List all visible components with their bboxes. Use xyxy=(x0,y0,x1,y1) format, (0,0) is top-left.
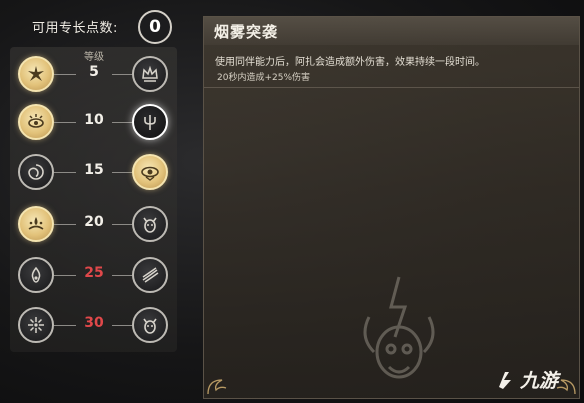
connector-line xyxy=(112,122,132,123)
connector-line xyxy=(112,325,132,326)
pitchfork-icon xyxy=(144,115,156,130)
eye-icon xyxy=(141,166,159,181)
skill-points-label: 可用专长点数: xyxy=(32,21,118,36)
connector-line xyxy=(112,172,132,173)
connector-line xyxy=(54,122,76,123)
connector-line xyxy=(54,172,76,173)
perk-level: 5 xyxy=(89,64,99,80)
perk-effect: 20秒内造成+25%伤害 xyxy=(217,73,310,83)
perk-level: 15 xyxy=(84,162,104,178)
perk-level: 30 xyxy=(84,315,104,331)
perk-row: 10 xyxy=(0,102,190,142)
connector-line xyxy=(54,325,76,326)
creature-emblem-icon xyxy=(363,276,435,379)
perk-node-right[interactable] xyxy=(132,56,168,92)
fire-icon xyxy=(31,266,41,283)
perk-row: 5 xyxy=(0,54,190,94)
perk-level: 20 xyxy=(84,214,104,230)
claw-icon xyxy=(142,267,159,283)
connector-line xyxy=(54,224,76,225)
perk-node-left[interactable] xyxy=(18,257,54,293)
perk-node-right[interactable] xyxy=(132,257,168,293)
perk-node-right[interactable] xyxy=(132,206,168,242)
site-watermark: 九游 xyxy=(495,366,558,393)
perk-detail-panel: 烟雾突袭 使用同伴能力后，阿扎会造成额外伤害，效果持续一段时间。 20秒内造成+… xyxy=(203,16,580,399)
perk-row: 30 xyxy=(0,305,190,345)
connector-line xyxy=(54,74,76,75)
skill-points-bar: 可用专长点数: 0 xyxy=(8,10,186,44)
watermark-text: 九游 xyxy=(520,370,559,392)
connector-line xyxy=(112,275,132,276)
perk-level: 10 xyxy=(84,112,104,128)
detail-divider xyxy=(204,87,579,88)
splash-icon xyxy=(28,217,44,230)
creature-icon xyxy=(143,318,157,334)
perk-node-right[interactable] xyxy=(132,104,168,140)
corner-ornament-icon xyxy=(207,379,227,395)
spark-icon xyxy=(28,317,44,333)
skill-points-value: 0 xyxy=(138,10,172,44)
perk-node-left[interactable] xyxy=(18,307,54,343)
perk-node-right[interactable] xyxy=(132,154,168,190)
perk-node-left[interactable] xyxy=(18,206,54,242)
perk-node-left[interactable] xyxy=(18,154,54,190)
perk-node-left[interactable] xyxy=(18,56,54,92)
burst-icon xyxy=(28,66,44,81)
perk-row: 25 xyxy=(0,255,190,295)
perk-node-right[interactable] xyxy=(132,307,168,343)
perk-row: 15 xyxy=(0,152,190,192)
connector-line xyxy=(54,275,76,276)
perk-node-left[interactable] xyxy=(18,104,54,140)
detail-header: 烟雾突袭 xyxy=(204,17,579,45)
connector-line xyxy=(112,224,132,225)
whirl-icon xyxy=(28,164,44,180)
connector-line xyxy=(112,74,132,75)
perk-level: 25 xyxy=(84,265,104,281)
perk-description: 使用同伴能力后，阿扎会造成额外伤害，效果持续一段时间。 xyxy=(215,57,485,68)
watermark-logo-icon xyxy=(499,371,511,389)
perk-row: 20 xyxy=(0,204,190,244)
creature-icon xyxy=(143,217,157,233)
perk-title: 烟雾突袭 xyxy=(214,23,279,41)
crown-icon xyxy=(142,65,158,82)
eye-burst-icon xyxy=(28,114,44,128)
